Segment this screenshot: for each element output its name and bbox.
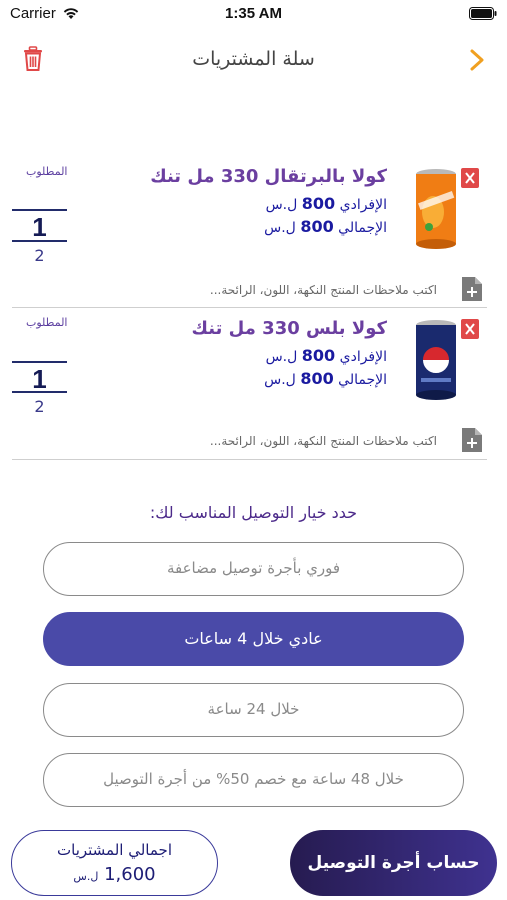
qty-picker-line-top (12, 209, 67, 211)
page-title: سلة المشتريات (192, 48, 315, 70)
qty-picker-line-top (12, 361, 67, 363)
calculate-delivery-button[interactable]: حساب أجرة التوصيل (290, 830, 497, 896)
delivery-heading: حدد خيار التوصيل المناسب لك: (149, 503, 358, 522)
status-time: 1:35 AM (225, 5, 282, 22)
product-notes-input[interactable]: اكتب ملاحظات المنتج النكهة، اللون، الرائ… (210, 434, 437, 448)
item-divider (12, 459, 487, 460)
orange-cola-can-image (416, 169, 456, 249)
total-price: الإجمالي 800 ل.س (264, 217, 387, 236)
add-note-icon[interactable] (461, 276, 483, 302)
product-name: كولا بالبرتقال 330 مل تنك (150, 166, 387, 187)
delivery-option-instant[interactable]: فوري بأجرة توصيل مضاعفة (43, 542, 464, 596)
unit-price: الإفرادي 800 ل.س (265, 194, 387, 213)
delivery-option-normal[interactable]: عادي خلال 4 ساعات (43, 612, 464, 666)
qty-picker-line-bottom (12, 240, 67, 242)
delivery-option-24h[interactable]: خلال 24 ساعة (43, 683, 464, 737)
qty-label: المطلوب (26, 165, 68, 178)
total-label: اجمالي المشتريات (57, 841, 172, 859)
qty-next-option[interactable]: 2 (12, 246, 67, 265)
product-notes-input[interactable]: اكتب ملاحظات المنتج النكهة، اللون، الرائ… (210, 283, 437, 297)
unit-price: الإفرادي 800 ل.س (265, 346, 387, 365)
battery-icon (469, 7, 497, 20)
qty-picker-line-bottom (12, 391, 67, 393)
product-name: كولا بلس 330 مل تنك (191, 318, 387, 339)
nav-bar: سلة المشتريات (0, 40, 507, 80)
total-price: الإجمالي 800 ل.س (264, 369, 387, 388)
delivery-option-48h[interactable]: خلال 48 ساعة مع خصم 50% من أجرة التوصيل (43, 753, 464, 807)
total-value: 1,600 ل.س (73, 864, 156, 885)
cola-plus-can-image (416, 320, 456, 400)
add-note-icon[interactable] (461, 427, 483, 453)
purchases-total-box: اجمالي المشتريات 1,600 ل.س (11, 830, 218, 896)
delete-item-icon[interactable] (460, 167, 480, 189)
cart-item: كولا بلس 330 مل تنك الإفرادي 800 ل.س الإ… (12, 308, 487, 460)
qty-value[interactable]: 1 (12, 212, 67, 243)
chevron-right-icon[interactable] (469, 48, 485, 72)
delete-item-icon[interactable] (460, 318, 480, 340)
qty-label: المطلوب (26, 316, 68, 329)
qty-next-option[interactable]: 2 (12, 397, 67, 416)
status-bar: Carrier 1:35 AM (0, 0, 507, 28)
cart-item: كولا بالبرتقال 330 مل تنك الإفرادي 800 ل… (12, 155, 487, 308)
